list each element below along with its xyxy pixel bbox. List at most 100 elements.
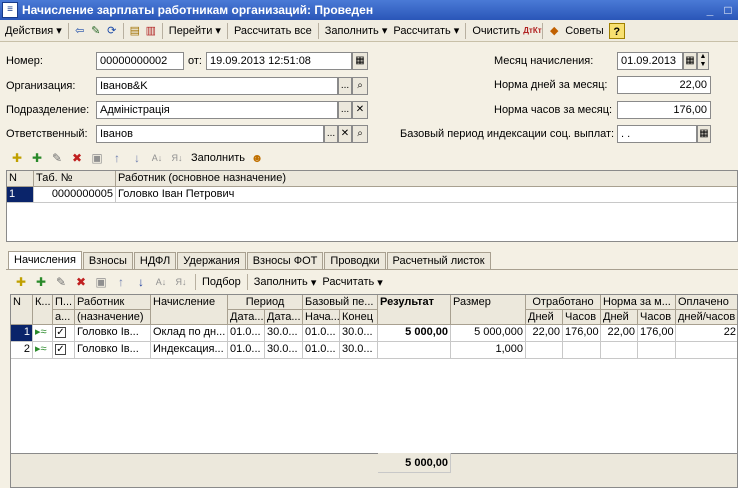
employees-table[interactable]: N Таб. № Работник (основное назначение) …: [6, 170, 738, 242]
col-worked-days[interactable]: Дней: [526, 310, 563, 325]
clear-field-icon[interactable]: ✕: [338, 125, 352, 143]
tab-fot-contributions[interactable]: Взносы ФОТ: [246, 252, 324, 269]
search-icon[interactable]: ⌕: [352, 77, 368, 95]
row1-worked-days[interactable]: 22,00: [526, 325, 563, 342]
tab-postings[interactable]: Проводки: [324, 252, 386, 269]
col-norm-days[interactable]: Дней: [601, 310, 638, 325]
col-p[interactable]: П...: [53, 295, 75, 310]
delete-row-icon[interactable]: ✖: [68, 149, 86, 167]
fill-menu[interactable]: Заполнить ▾: [322, 21, 391, 41]
col-base-to[interactable]: Конец: [340, 310, 378, 325]
col-worked-hours[interactable]: Часов: [563, 310, 601, 325]
copy-row-icon[interactable]: ✚: [32, 273, 50, 291]
select-button[interactable]: ...: [338, 77, 352, 95]
tab-accruals[interactable]: Начисления: [8, 251, 82, 269]
select-button[interactable]: ...: [324, 125, 338, 143]
row1-accrual[interactable]: Оклад по дн...: [151, 325, 228, 342]
checkbox-checked-icon[interactable]: ✓: [55, 327, 66, 338]
copy-row-icon[interactable]: ✚: [28, 149, 46, 167]
col-period-to[interactable]: Дата...: [265, 310, 303, 325]
calendar-icon[interactable]: ▦: [352, 52, 368, 70]
refresh-icon[interactable]: ⟳: [104, 23, 120, 39]
sort-asc-icon[interactable]: A↓: [148, 149, 166, 167]
row1-base-to[interactable]: 30.0...: [340, 325, 378, 342]
row1-result[interactable]: 5 000,00: [378, 325, 451, 342]
accruals-fill-menu[interactable]: Заполнить ▾: [251, 272, 320, 292]
tab-contributions[interactable]: Взносы: [82, 252, 133, 269]
sort-desc-icon[interactable]: Я↓: [168, 149, 186, 167]
goto-menu[interactable]: Перейти ▾: [166, 21, 224, 41]
row1-norm-hours[interactable]: 176,00: [638, 325, 676, 342]
org-field[interactable]: Іванов&K: [96, 77, 338, 95]
month-field[interactable]: 01.09.2013: [617, 52, 683, 70]
pick-button[interactable]: Подбор: [199, 272, 244, 292]
clear-button[interactable]: Очистить: [469, 21, 523, 41]
row1-base-from[interactable]: 01.0...: [303, 325, 340, 342]
col-paid[interactable]: Оплачено: [676, 295, 737, 310]
col-base-from[interactable]: Нача...: [303, 310, 340, 325]
row2-worker[interactable]: Головко Ів...: [75, 342, 151, 359]
tab-payslip[interactable]: Расчетный листок: [386, 252, 491, 269]
end-edit-icon[interactable]: ▣: [88, 149, 106, 167]
row1-size[interactable]: 5 000,000: [451, 325, 526, 342]
col-tab[interactable]: Таб. №: [34, 171, 116, 187]
end-edit-icon[interactable]: ▣: [92, 273, 110, 291]
sort-asc-icon[interactable]: A↓: [152, 273, 170, 291]
edit-doc-icon[interactable]: ✎: [88, 23, 104, 39]
doc-icon[interactable]: ≡: [2, 2, 18, 18]
row1-worker[interactable]: Головко Ів...: [75, 325, 151, 342]
sort-desc-icon[interactable]: Я↓: [172, 273, 190, 291]
edit-row-icon[interactable]: ✎: [52, 273, 70, 291]
row2-base-to[interactable]: 30.0...: [340, 342, 378, 359]
col-worked[interactable]: Отработано: [526, 295, 601, 310]
row1-paid[interactable]: 22: [676, 325, 737, 342]
person-icon[interactable]: ☻: [248, 149, 266, 167]
row2-result[interactable]: [378, 342, 451, 359]
back-arrow-icon[interactable]: ⇦: [72, 23, 88, 39]
add-row-icon[interactable]: ✚: [8, 149, 26, 167]
row2-worked-hours[interactable]: [563, 342, 601, 359]
row1-worked-hours[interactable]: 176,00: [563, 325, 601, 342]
row2-paid[interactable]: [676, 342, 737, 359]
col-period[interactable]: Период: [228, 295, 303, 310]
row2-base-from[interactable]: 01.0...: [303, 342, 340, 359]
clear-field-icon[interactable]: ✕: [352, 101, 368, 119]
row2-from[interactable]: 01.0...: [228, 342, 265, 359]
move-up-icon[interactable]: ↑: [112, 273, 130, 291]
tab-ndfl[interactable]: НДФЛ: [133, 252, 177, 269]
resp-field[interactable]: Іванов: [96, 125, 324, 143]
move-up-icon[interactable]: ↑: [108, 149, 126, 167]
row1-norm-days[interactable]: 22,00: [601, 325, 638, 342]
col-accrual[interactable]: Начисление: [151, 295, 228, 325]
row2-size[interactable]: 1,000: [451, 342, 526, 359]
select-button[interactable]: ...: [338, 101, 352, 119]
col-norm[interactable]: Норма за м...: [601, 295, 676, 310]
checkbox-checked-icon[interactable]: ✓: [55, 344, 66, 355]
row2-to[interactable]: 30.0...: [265, 342, 303, 359]
col-n[interactable]: N: [11, 295, 33, 325]
dt-kt-icon[interactable]: ДтКт: [523, 23, 541, 39]
col-norm-hours[interactable]: Часов: [638, 310, 676, 325]
move-down-icon[interactable]: ↓: [128, 149, 146, 167]
help-icon[interactable]: ?: [608, 22, 625, 39]
maximize-button[interactable]: □: [720, 2, 736, 18]
move-down-icon[interactable]: ↓: [132, 273, 150, 291]
number-field[interactable]: 00000000002: [96, 52, 184, 70]
hours-norm-field[interactable]: 176,00: [617, 101, 711, 119]
add-row-icon[interactable]: ✚: [12, 273, 30, 291]
row2-n[interactable]: 2: [11, 342, 33, 359]
row1-to[interactable]: 30.0...: [265, 325, 303, 342]
calc-menu[interactable]: Рассчитать ▾: [390, 21, 462, 41]
row-n[interactable]: 1: [7, 187, 34, 203]
col-k[interactable]: К...: [33, 295, 53, 325]
col-base[interactable]: Базовый пе...: [303, 295, 378, 310]
col-worker-sub[interactable]: (назначение): [75, 310, 151, 325]
calendar-icon[interactable]: ▦: [683, 52, 697, 70]
col-p-sub[interactable]: а...: [53, 310, 75, 325]
row1-from[interactable]: 01.0...: [228, 325, 265, 342]
col-n[interactable]: N: [7, 171, 34, 187]
actions-menu[interactable]: Действия ▾: [2, 21, 65, 41]
col-worker[interactable]: Работник (основное назначение): [116, 171, 737, 187]
col-result[interactable]: Результат: [378, 295, 451, 325]
edit-row-icon[interactable]: ✎: [48, 149, 66, 167]
